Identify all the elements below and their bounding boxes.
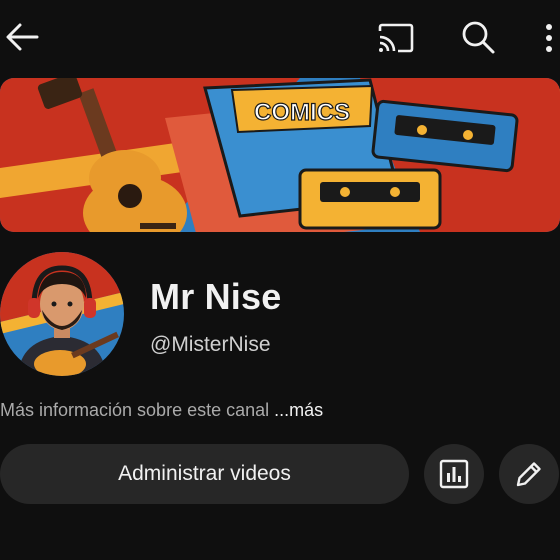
analytics-icon: [439, 459, 469, 489]
channel-avatar[interactable]: [0, 252, 124, 376]
analytics-button[interactable]: [424, 444, 484, 504]
top-app-bar: [0, 0, 560, 76]
edit-channel-button[interactable]: [499, 444, 559, 504]
cast-icon: [378, 23, 414, 53]
more-link[interactable]: ...más: [274, 400, 323, 420]
channel-description-link[interactable]: Más información sobre este canal ...más: [0, 400, 560, 421]
cast-button[interactable]: [372, 16, 420, 60]
avatar-illustration: [0, 252, 124, 376]
search-icon: [462, 21, 495, 54]
channel-handle: @MisterNise: [150, 333, 271, 356]
banner-artwork: COMICS: [0, 78, 560, 232]
more-vertical-icon: [546, 24, 552, 52]
manage-videos-button[interactable]: Administrar videos: [0, 444, 409, 504]
channel-name: Mr Nise: [150, 276, 282, 317]
back-button[interactable]: [0, 14, 44, 60]
search-button[interactable]: [454, 14, 502, 60]
arrow-left-icon: [6, 23, 39, 51]
comic-title-text: COMICS: [254, 99, 350, 126]
more-options-button[interactable]: [536, 16, 560, 60]
manage-videos-label: Administrar videos: [118, 462, 291, 485]
channel-banner[interactable]: COMICS: [0, 78, 560, 232]
pencil-icon: [516, 462, 541, 487]
channel-page: COMICS Mr Nise @MisterNise Más informaci…: [0, 0, 560, 560]
channel-description: Más información sobre este canal: [0, 400, 270, 420]
